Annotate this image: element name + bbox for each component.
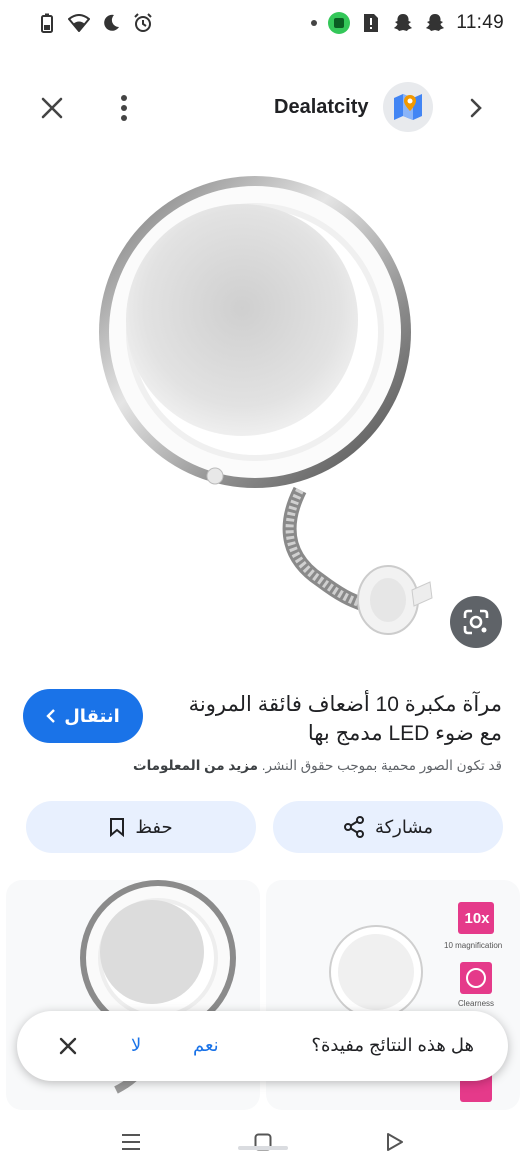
- back-button[interactable]: [375, 1124, 415, 1160]
- close-button[interactable]: [34, 90, 70, 126]
- wifi-icon: [68, 12, 90, 34]
- app-green-badge-icon: [328, 12, 351, 34]
- feedback-question: هل هذه النتائج مفيدة؟: [311, 1035, 474, 1055]
- save-label: حفظ: [135, 816, 173, 837]
- copyright-text: قد تكون الصور محمية بموجب حقوق النشر.: [261, 758, 502, 773]
- home-button[interactable]: [243, 1124, 283, 1160]
- feedback-bar: هل هذه النتائج مفيدة؟ نعم لا: [17, 1011, 508, 1081]
- feedback-close-button[interactable]: [55, 1033, 81, 1059]
- gesture-handle: [238, 1146, 288, 1150]
- status-bar: 11:49: [0, 0, 526, 48]
- sim-alert-icon: [360, 12, 382, 34]
- snapchat-icon: [392, 12, 414, 34]
- snapchat-icon: [424, 12, 446, 34]
- top-app-bar: Dealatcity: [0, 70, 526, 146]
- status-time: 11:49: [456, 12, 504, 33]
- google-lens-button[interactable]: [450, 596, 502, 648]
- more-vert-icon: [121, 95, 127, 121]
- result-title: مرآة مكبرة 10 أضعاف فائقة المرونة مع ضوء…: [188, 693, 502, 745]
- magnification-badge: 10x: [464, 910, 490, 927]
- feedback-no-button[interactable]: لا: [131, 1035, 141, 1056]
- main-product-image[interactable]: [0, 150, 526, 670]
- close-icon: [41, 97, 63, 119]
- clearness-caption: Clearness: [458, 999, 495, 1008]
- do-not-disturb-moon-icon: [100, 12, 122, 34]
- recents-button[interactable]: [111, 1124, 151, 1160]
- visit-button[interactable]: انتقال: [23, 689, 143, 743]
- copyright-notice: قد تكون الصور محمية بموجب حقوق النشر. مز…: [22, 758, 502, 774]
- recents-icon: [122, 1134, 140, 1150]
- visit-label: انتقال: [64, 705, 120, 726]
- share-label: مشاركة: [374, 816, 434, 837]
- share-button[interactable]: مشاركة: [273, 801, 503, 853]
- magnification-caption: 10 magnification: [444, 941, 503, 950]
- share-icon: [343, 816, 364, 838]
- site-favicon[interactable]: [383, 82, 433, 132]
- save-button[interactable]: حفظ: [26, 801, 256, 853]
- system-nav-bar: [0, 1116, 526, 1169]
- close-icon: [59, 1037, 77, 1055]
- notification-dot-icon: [310, 12, 318, 34]
- bookmark-icon: [110, 818, 125, 837]
- alarm-icon: [132, 12, 154, 34]
- battery-icon: [36, 12, 58, 34]
- site-favicon-icon: [394, 94, 422, 120]
- feedback-yes-button[interactable]: نعم: [193, 1035, 219, 1056]
- back-icon: [387, 1133, 403, 1151]
- more-info-link[interactable]: مزيد من المعلومات: [133, 758, 258, 773]
- google-lens-icon: [463, 609, 489, 635]
- source-site-name[interactable]: Dealatcity: [274, 96, 369, 119]
- chevron-left-icon: [46, 709, 56, 723]
- next-result-button[interactable]: [458, 90, 494, 126]
- chevron-right-icon: [470, 98, 482, 118]
- more-options-button[interactable]: [106, 90, 142, 126]
